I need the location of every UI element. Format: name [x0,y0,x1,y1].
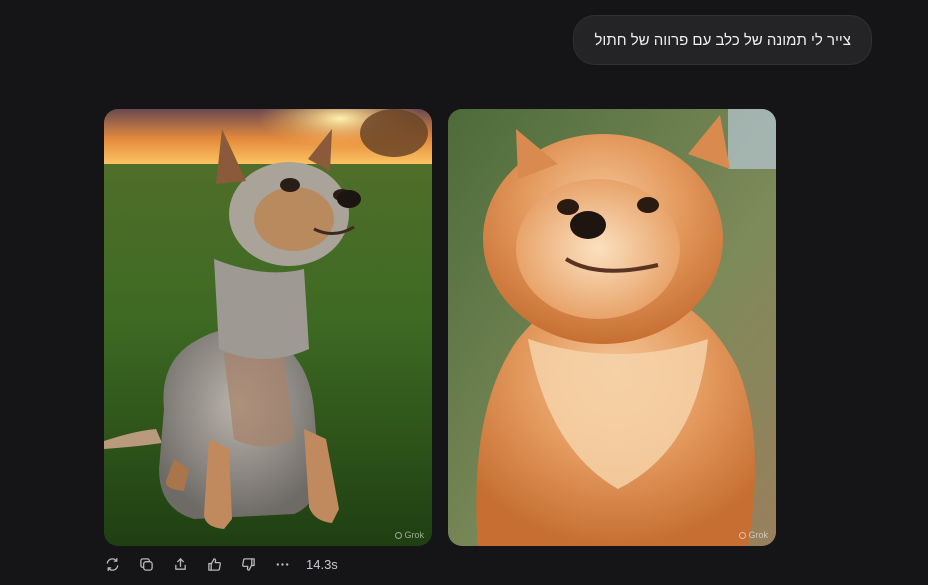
image-watermark: Grok [395,530,424,540]
user-message-bubble: צייר לי תמונה של כלב עם פרווה של חתול [573,15,872,65]
chat-page: צייר לי תמונה של כלב עם פרווה של חתול Gr… [0,0,928,585]
regenerate-button[interactable] [98,552,126,576]
watermark-text: Grok [404,530,424,540]
generated-image-2[interactable]: Grok [448,109,776,546]
copy-icon [139,557,153,571]
thumbs-up-button[interactable] [200,552,228,576]
terrier-dog-image [104,109,432,546]
copy-button[interactable] [132,552,160,576]
image-watermark: Grok [739,530,768,540]
watermark-text: Grok [748,530,768,540]
share-button[interactable] [166,552,194,576]
grok-logo-icon [395,531,403,539]
more-icon [276,562,288,566]
share-icon [174,557,186,570]
thumbs-down-button[interactable] [234,552,262,576]
pomeranian-dog-image [448,109,776,546]
thumbs-up-icon [207,557,221,571]
more-options-button[interactable] [268,552,296,576]
thumbs-down-icon [241,557,255,571]
user-message-text: צייר לי תמונה של כלב עם פרווה של חתול [594,31,851,49]
regenerate-icon [106,557,118,571]
response-time: 14.3s [306,556,338,572]
grok-logo-icon [739,531,747,539]
response-action-bar: 14.3s [98,552,338,576]
generated-image-1[interactable]: Grok [104,109,432,546]
